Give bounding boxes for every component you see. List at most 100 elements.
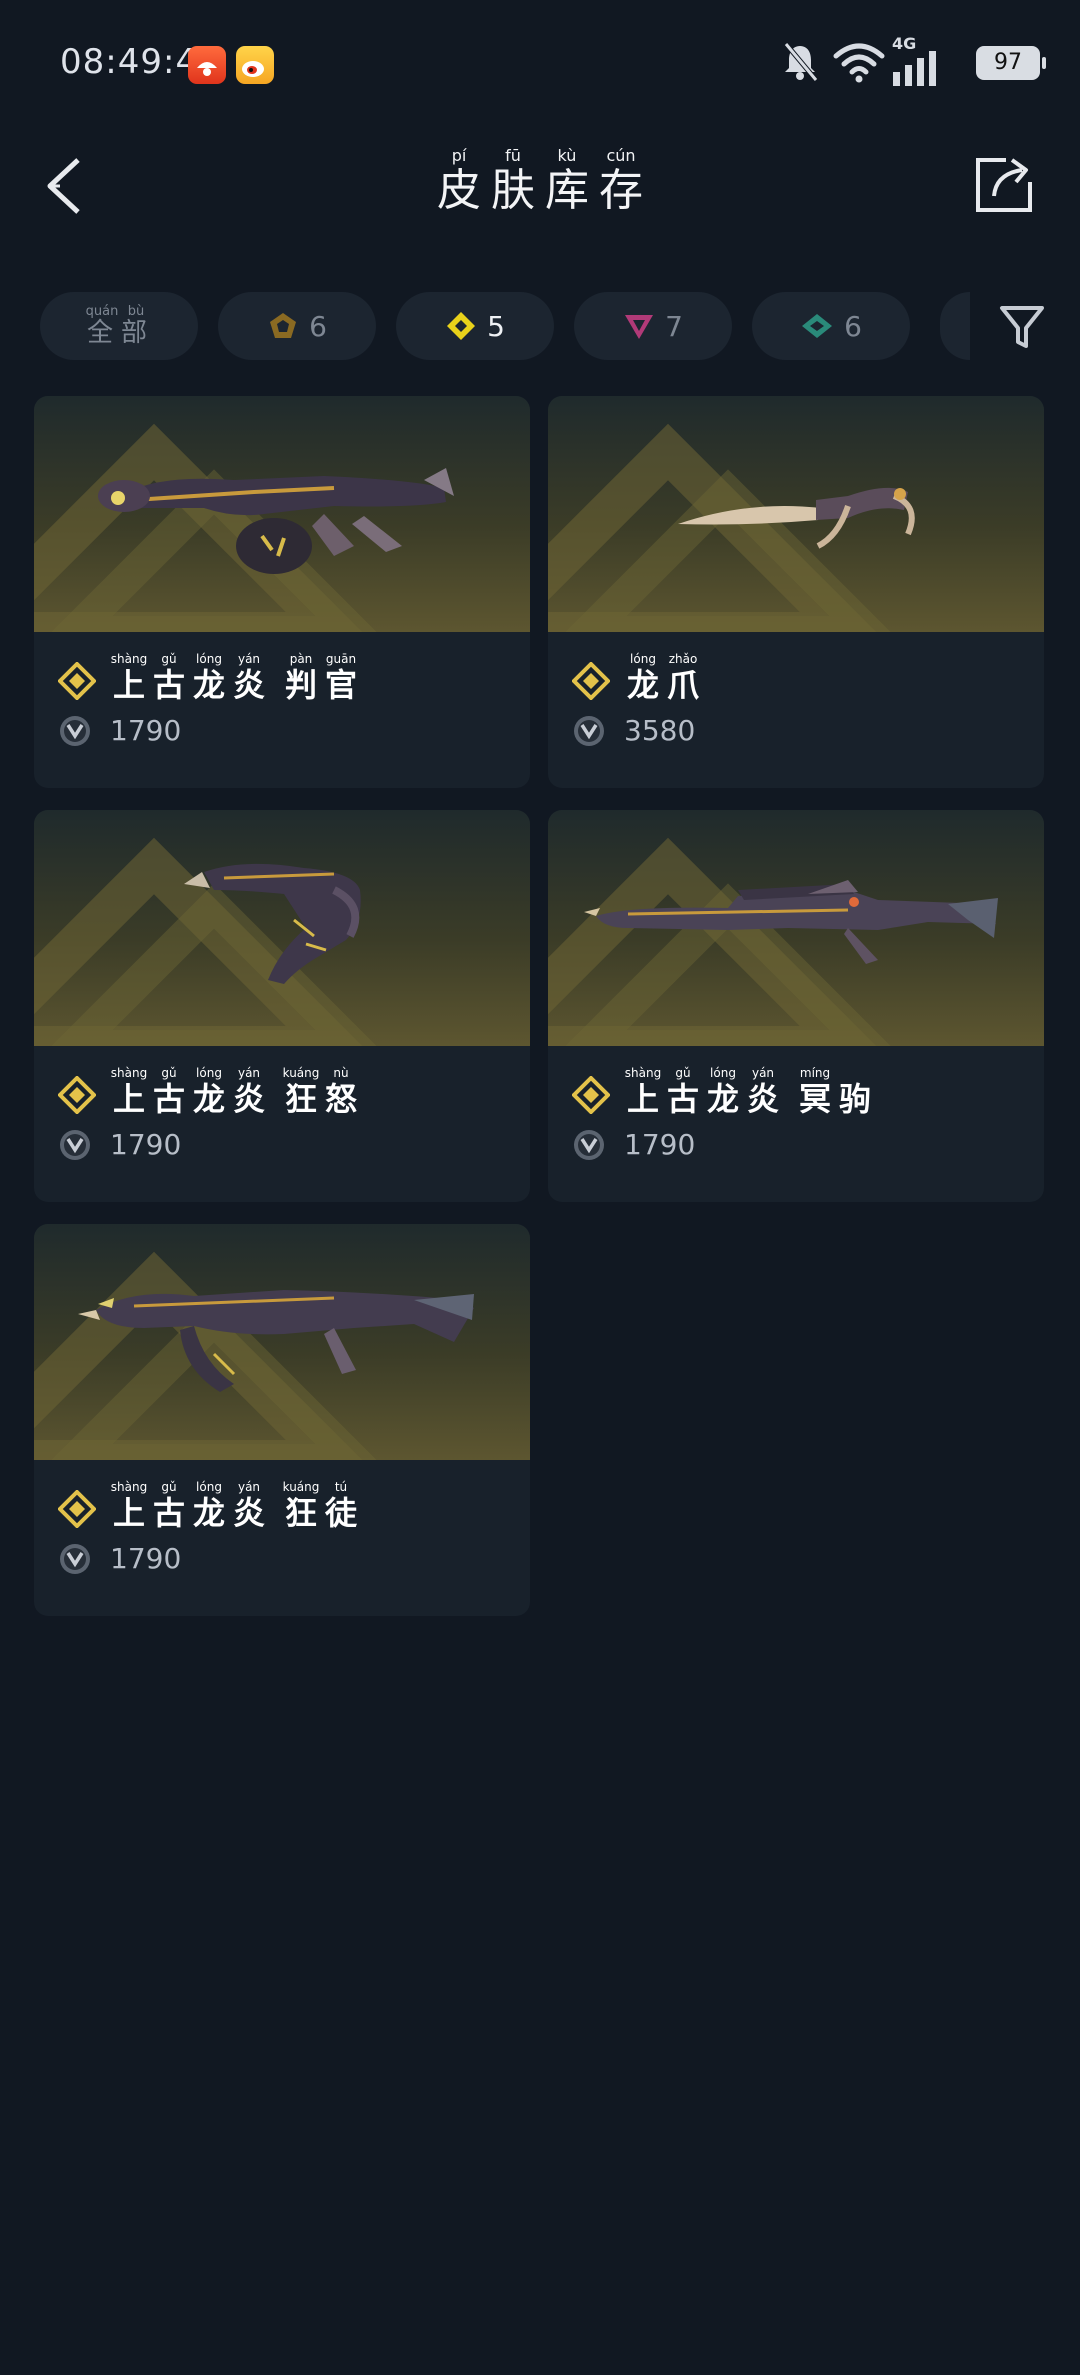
ruby-char: gǔ 古 <box>150 652 188 704</box>
tier-deluxe-icon <box>572 662 610 700</box>
filter-all-label: 全部 <box>85 319 153 347</box>
ruby-char: 驹 <box>836 1066 874 1118</box>
share-icon[interactable] <box>972 152 1036 216</box>
skin-card[interactable]: shàng 上 gǔ 古 lóng 龙 yán 炎 kuáng 狂 nù 怒 1790 <box>34 810 530 1202</box>
ruby-char: lóng 龙 <box>190 1480 228 1532</box>
filter-chip-more[interactable] <box>940 292 970 360</box>
hanzi-text: 古 <box>152 1494 185 1532</box>
ruby-char: shàng 上 <box>624 1066 662 1118</box>
tier-premium-icon <box>625 315 654 339</box>
skin-name: shàng 上 gǔ 古 lóng 龙 yán 炎 kuáng 狂 tú 徒 <box>110 1480 360 1532</box>
pinyin-text: guān <box>325 652 357 666</box>
pinyin-text: kù <box>557 146 577 165</box>
hanzi-text: 炎 <box>232 1080 265 1118</box>
ruby-char: nù 怒 <box>322 1066 360 1118</box>
hanzi-text: 部 <box>120 318 151 348</box>
hanzi-text: 徒 <box>324 1494 357 1532</box>
pinyin-text: gǔ <box>161 1480 177 1494</box>
valorant-points-icon <box>574 716 604 746</box>
ruby-char: shàng 上 <box>110 1480 148 1532</box>
ruby-char: yán 炎 <box>230 652 268 704</box>
hanzi-text: 狂 <box>284 1494 317 1532</box>
hanzi-text: 怒 <box>324 1080 357 1118</box>
ruby-char: yán 炎 <box>230 1480 268 1532</box>
rifle-skin-image <box>78 1290 474 1392</box>
hanzi-text: 古 <box>152 1080 185 1118</box>
pinyin-text: shàng <box>110 1480 148 1494</box>
ruby-char: míng 冥 <box>796 1066 834 1118</box>
pinyin-text: lóng <box>630 652 656 666</box>
ruby-char: pí 皮 <box>434 146 484 216</box>
ruby-char: kuáng 狂 <box>282 1066 320 1118</box>
filter-chip-select[interactable]: 6 <box>218 292 376 360</box>
top-bar: pí 皮 fū 肤 kù 库 cún 存 <box>0 140 1080 230</box>
pinyin-text: tú <box>334 1480 348 1494</box>
pinyin-text: cún <box>606 146 636 165</box>
ruby-char: lóng 龙 <box>190 1066 228 1118</box>
hanzi-text: 古 <box>666 1080 699 1118</box>
filter-all-pinyin: quán bù <box>85 305 153 319</box>
hanzi-text: 爪 <box>666 666 699 704</box>
skin-card[interactable]: lóng 龙 zhǎo 爪 3580 <box>548 396 1044 788</box>
ruby-char: lóng 龙 <box>624 652 662 704</box>
hanzi-text: 肤 <box>491 165 535 216</box>
hanzi-text: 上 <box>112 1080 145 1118</box>
skin-name: shàng 上 gǔ 古 lóng 龙 yán 炎 kuáng 狂 nù 怒 <box>110 1066 360 1118</box>
hanzi-text: 官 <box>324 666 357 704</box>
wifi-icon <box>833 43 885 83</box>
ruby-char: guān 官 <box>322 652 360 704</box>
hanzi-text: 驹 <box>838 1080 871 1118</box>
skin-thumbnail <box>548 396 1044 632</box>
skin-name: shàng 上 gǔ 古 lóng 龙 yán 炎 pàn 判 guān 官 <box>110 652 360 704</box>
ruby-char: gǔ 古 <box>150 1480 188 1532</box>
weibo-app-icon <box>236 46 274 84</box>
hanzi-text: 龙 <box>192 666 225 704</box>
hanzi-text: 上 <box>112 666 145 704</box>
tier-deluxe-icon <box>447 312 476 340</box>
pinyin-text: kuáng <box>282 1480 320 1494</box>
hanzi-text: 龙 <box>192 1494 225 1532</box>
hanzi-text: 龙 <box>626 666 659 704</box>
skin-thumbnail <box>34 396 530 632</box>
tier-deluxe-icon <box>58 662 96 700</box>
hanzi-text: 上 <box>626 1080 659 1118</box>
skin-card[interactable]: shàng 上 gǔ 古 lóng 龙 yán 炎 míng 冥驹 1790 <box>548 810 1044 1202</box>
knife-skin-image <box>678 487 915 549</box>
pistol-skin-image <box>184 863 361 984</box>
pinyin-text: kuáng <box>282 1066 320 1080</box>
tier-filter-bar: quán bù 全部 6 5 7 6 <box>40 292 1080 362</box>
pinyin-text: míng <box>799 1066 831 1080</box>
hanzi-text: 炎 <box>232 666 265 704</box>
ruby-char: shàng 上 <box>110 652 148 704</box>
skin-thumbnail <box>548 810 1044 1046</box>
hanzi-text: 炎 <box>746 1080 779 1118</box>
filter-icon[interactable] <box>994 298 1050 354</box>
skin-price: 1790 <box>110 714 182 747</box>
valorant-points-icon <box>60 1544 90 1574</box>
pinyin-text: shàng <box>110 652 148 666</box>
skin-price: 1790 <box>110 1128 182 1161</box>
skin-price: 3580 <box>624 714 696 747</box>
ruby-char: gǔ 古 <box>664 1066 702 1118</box>
hanzi-text: 冥 <box>798 1080 831 1118</box>
filter-chip-deluxe[interactable]: 5 <box>396 292 554 360</box>
skin-card[interactable]: shàng 上 gǔ 古 lóng 龙 yán 炎 kuáng 狂 tú 徒 1790 <box>34 1224 530 1616</box>
skin-thumbnail <box>34 810 530 1046</box>
filter-chip-all[interactable]: quán bù 全部 <box>40 292 198 360</box>
filter-chip-premium[interactable]: 7 <box>574 292 732 360</box>
filter-chip-exclusive[interactable]: 6 <box>752 292 910 360</box>
pinyin-text: yán <box>751 1066 775 1080</box>
ruby-char: zhǎo 爪 <box>664 652 702 704</box>
skin-name: lóng 龙 zhǎo 爪 <box>624 652 702 704</box>
ruby-char: yán 炎 <box>744 1066 782 1118</box>
pinyin-text: shàng <box>110 1066 148 1080</box>
pinyin-text: pàn <box>289 652 313 666</box>
skin-card[interactable]: shàng 上 gǔ 古 lóng 龙 yán 炎 pàn 判 guān 官 1790 <box>34 396 530 788</box>
pinduoduo-app-icon <box>188 46 226 84</box>
ruby-char: gǔ 古 <box>150 1066 188 1118</box>
pinyin-text: lóng <box>196 1480 222 1494</box>
ruby-char: kuáng 狂 <box>282 1480 320 1532</box>
ruby-char: cún 存 <box>596 146 646 216</box>
skin-name: shàng 上 gǔ 古 lóng 龙 yán 炎 míng 冥驹 <box>624 1066 874 1118</box>
sniper-skin-image <box>584 880 998 964</box>
